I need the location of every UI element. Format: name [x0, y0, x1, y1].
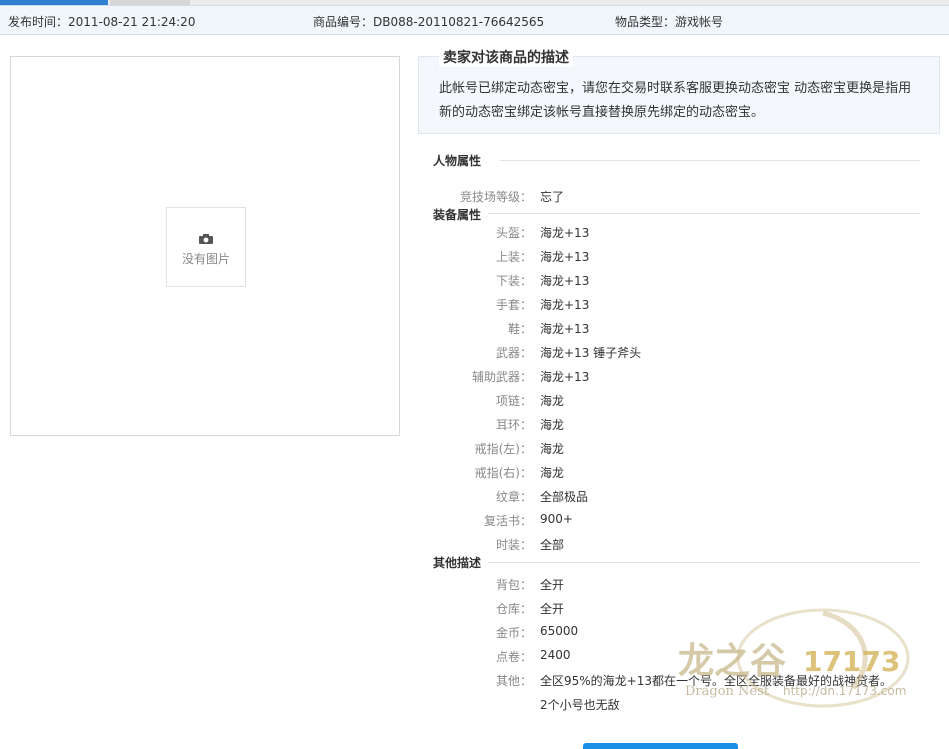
row-label: 辅助武器：: [471, 370, 532, 384]
section-title-equipment: 装备属性: [433, 208, 482, 222]
row-label: 复活书：: [483, 514, 532, 528]
row-value: 全部极品: [540, 490, 589, 504]
row-value: 海龙: [540, 418, 565, 432]
row-value: 海龙+13: [540, 370, 590, 384]
row-value: 海龙+13: [540, 226, 590, 240]
section-title-other: 其他描述: [433, 556, 482, 570]
section-divider: [500, 160, 920, 161]
row-label: 金币：: [495, 626, 532, 640]
row-value: 全部: [540, 538, 565, 552]
row-value: 海龙: [540, 394, 565, 408]
row-value: 2400: [540, 648, 571, 662]
row-label: 时装：: [495, 538, 532, 552]
row-label: 竞技场等级：: [459, 190, 532, 204]
section-divider: [488, 213, 920, 214]
camera-icon: [199, 234, 213, 244]
row-label: 纹章：: [495, 490, 532, 504]
row-label: 戒指(左)：: [474, 442, 532, 456]
publish-time: 发布时间：2011-08-21 21:24:20: [8, 15, 196, 29]
item-id: 商品编号：DB088-20110821-76642565: [313, 15, 545, 29]
row-label: 手套：: [495, 298, 532, 312]
row-value: 海龙+13: [540, 250, 590, 264]
row-value: 海龙+13: [540, 298, 590, 312]
row-value: 65000: [540, 624, 579, 638]
item-type: 物品类型：游戏帐号: [615, 15, 724, 29]
row-label: 头盔：: [495, 226, 532, 240]
row-value: 海龙+13: [540, 274, 590, 288]
row-label: 武器：: [495, 346, 532, 360]
watermark-logo-text: 龙之谷: [678, 640, 786, 682]
seller-description-box: 卖家对该商品的描述 此帐号已绑定动态密宝，请您在交易时联系客服更换动态密宝 动态…: [418, 47, 940, 134]
seller-description-text: 此帐号已绑定动态密宝，请您在交易时联系客服更换动态密宝 动态密宝更换是指用新的动…: [439, 81, 912, 120]
row-label: 耳环：: [495, 418, 532, 432]
row-label: 下装：: [495, 274, 532, 288]
watermark-logo: 龙之谷 17173 Dragon Nest http://dn.17173.co…: [673, 603, 923, 713]
row-label: 其他：: [495, 674, 532, 688]
item-photo-area: 没有图片: [10, 56, 400, 436]
row-label: 鞋：: [507, 322, 532, 336]
row-value: 忘了: [540, 190, 565, 204]
no-photo-text: 没有图片: [181, 252, 230, 266]
watermark-site-number: 17173: [803, 645, 900, 678]
section-divider: [488, 562, 920, 563]
row-label: 背包：: [495, 578, 532, 592]
row-label: 上装：: [495, 250, 532, 264]
row-value: 全开: [540, 602, 565, 616]
bottom-action-button[interactable]: [583, 743, 738, 749]
row-value: 900+: [540, 512, 573, 526]
watermark-subtitle: Dragon Nest: [685, 684, 770, 699]
watermark-url: http://dn.17173.com: [783, 684, 906, 698]
other-extra-line: 2个小号也无敌: [540, 698, 620, 712]
row-value: 海龙+13 锤子斧头: [540, 346, 642, 360]
row-label: 仓库：: [495, 602, 532, 616]
row-value: 海龙: [540, 466, 565, 480]
seller-description-title: 卖家对该商品的描述: [439, 47, 573, 67]
row-label: 戒指(右)：: [474, 466, 532, 480]
item-info-bar: 发布时间：2011-08-21 21:24:20 商品编号：DB088-2011…: [0, 5, 949, 35]
row-label: 项链：: [495, 394, 532, 408]
no-photo-placeholder: 没有图片: [166, 207, 246, 287]
row-value: 海龙+13: [540, 322, 590, 336]
row-value: 海龙: [540, 442, 565, 456]
row-label: 点卷：: [495, 650, 532, 664]
row-value: 全开: [540, 578, 565, 592]
section-title-character: 人物属性: [433, 154, 482, 168]
